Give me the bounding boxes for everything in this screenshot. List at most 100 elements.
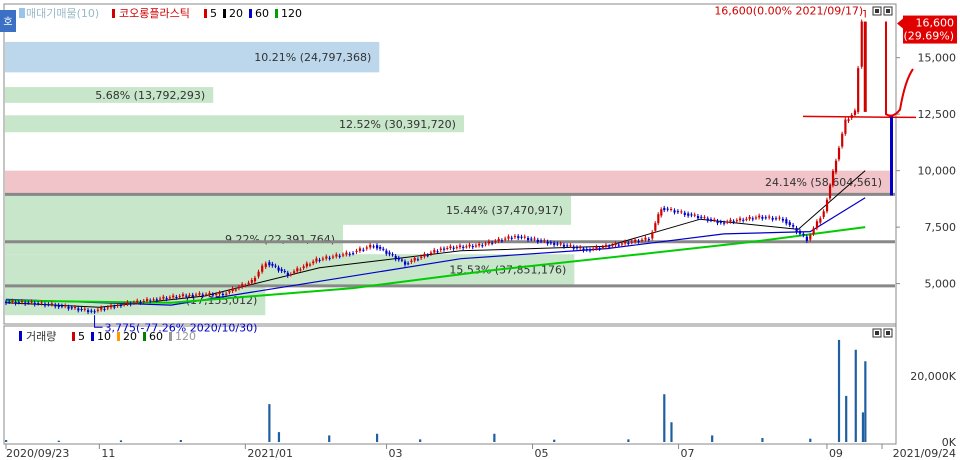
candle (305, 263, 308, 267)
candle (526, 238, 530, 240)
candle (30, 301, 33, 303)
candle (14, 302, 17, 304)
candle (556, 243, 559, 245)
candle (47, 304, 50, 306)
candle (569, 245, 572, 247)
candle (416, 259, 420, 261)
candle (410, 260, 413, 262)
candle (644, 237, 647, 240)
stock-chart: 호 10.21% (24,797,368) 5.68% (13,792,293) 1… (0, 3, 957, 460)
volume-panel-frame (3, 325, 897, 445)
candle (815, 221, 819, 229)
volume-bar (711, 435, 714, 442)
candle (181, 294, 185, 297)
candle (844, 119, 847, 134)
candle (446, 248, 449, 250)
volume-profile-band (5, 170, 890, 194)
candle (627, 242, 630, 244)
candle (713, 219, 716, 221)
candle (283, 271, 286, 273)
candle (478, 243, 481, 246)
candle (533, 238, 536, 240)
candle (706, 218, 709, 221)
candle (768, 216, 771, 218)
candle (559, 243, 562, 245)
volume-profile-label: 15.44% (37,470,917) (446, 204, 563, 217)
volume-ma-legend-swatch (169, 332, 172, 341)
candle (116, 305, 119, 307)
candle (274, 265, 277, 267)
candle (809, 235, 812, 240)
candle (530, 238, 533, 240)
volume-bar (845, 395, 848, 442)
candle (321, 258, 325, 260)
x-tick-label: 03 (389, 447, 403, 460)
candle (423, 253, 426, 257)
candle (264, 263, 267, 267)
candle (382, 248, 385, 250)
candle (857, 68, 860, 112)
candle (543, 240, 546, 242)
candle (165, 298, 168, 300)
candle (566, 245, 569, 247)
candle (33, 302, 36, 305)
candle (215, 293, 218, 295)
candle (549, 242, 553, 244)
candle (452, 247, 455, 249)
candle (703, 217, 706, 219)
candle (471, 246, 474, 248)
candle (345, 252, 348, 255)
y-tick-label: 12,500 (918, 108, 957, 121)
candle (582, 248, 585, 251)
candle (268, 262, 271, 266)
candle (647, 239, 651, 241)
candle (666, 208, 669, 210)
candle (680, 211, 683, 213)
candle (352, 253, 355, 255)
side-tab-label: 호 (3, 16, 12, 28)
candle (592, 248, 595, 250)
candle (792, 225, 795, 227)
candle (8, 301, 11, 303)
candle (781, 218, 785, 221)
candle (696, 216, 700, 219)
candle (407, 263, 410, 265)
candle (795, 227, 798, 233)
candle (735, 220, 738, 222)
candle (439, 248, 442, 250)
candle (400, 259, 404, 261)
candle (825, 199, 829, 212)
candle (149, 300, 152, 302)
volume-profile-legend: 매대기매물(10) (26, 7, 99, 20)
ma-legend-swatch (275, 9, 278, 18)
candle (458, 245, 462, 248)
candle (510, 237, 513, 239)
candle (132, 302, 136, 304)
candle (123, 304, 126, 306)
candle (738, 218, 742, 221)
volume-ma-legend-label: 20 (123, 330, 137, 343)
candle (536, 239, 539, 242)
candle (24, 302, 27, 304)
candle (139, 301, 142, 303)
candle (523, 236, 526, 238)
candle (250, 279, 253, 283)
volume-bar (861, 412, 865, 442)
candle (579, 247, 582, 249)
candle (348, 253, 351, 255)
candle (517, 236, 520, 239)
volume-bar (119, 440, 123, 442)
volume-bar (179, 440, 182, 442)
candle (850, 114, 853, 118)
candle (751, 218, 754, 220)
candle (723, 222, 726, 224)
ma-legend-swatch (223, 9, 226, 18)
candle (73, 307, 77, 309)
candle (657, 214, 660, 224)
volume-profile-label: 5.68% (13,792,293) (95, 89, 205, 102)
candle (520, 236, 523, 238)
ma-legend-swatch (204, 9, 207, 18)
volume-bar (837, 339, 841, 442)
candle (113, 306, 116, 308)
candle (328, 257, 331, 259)
